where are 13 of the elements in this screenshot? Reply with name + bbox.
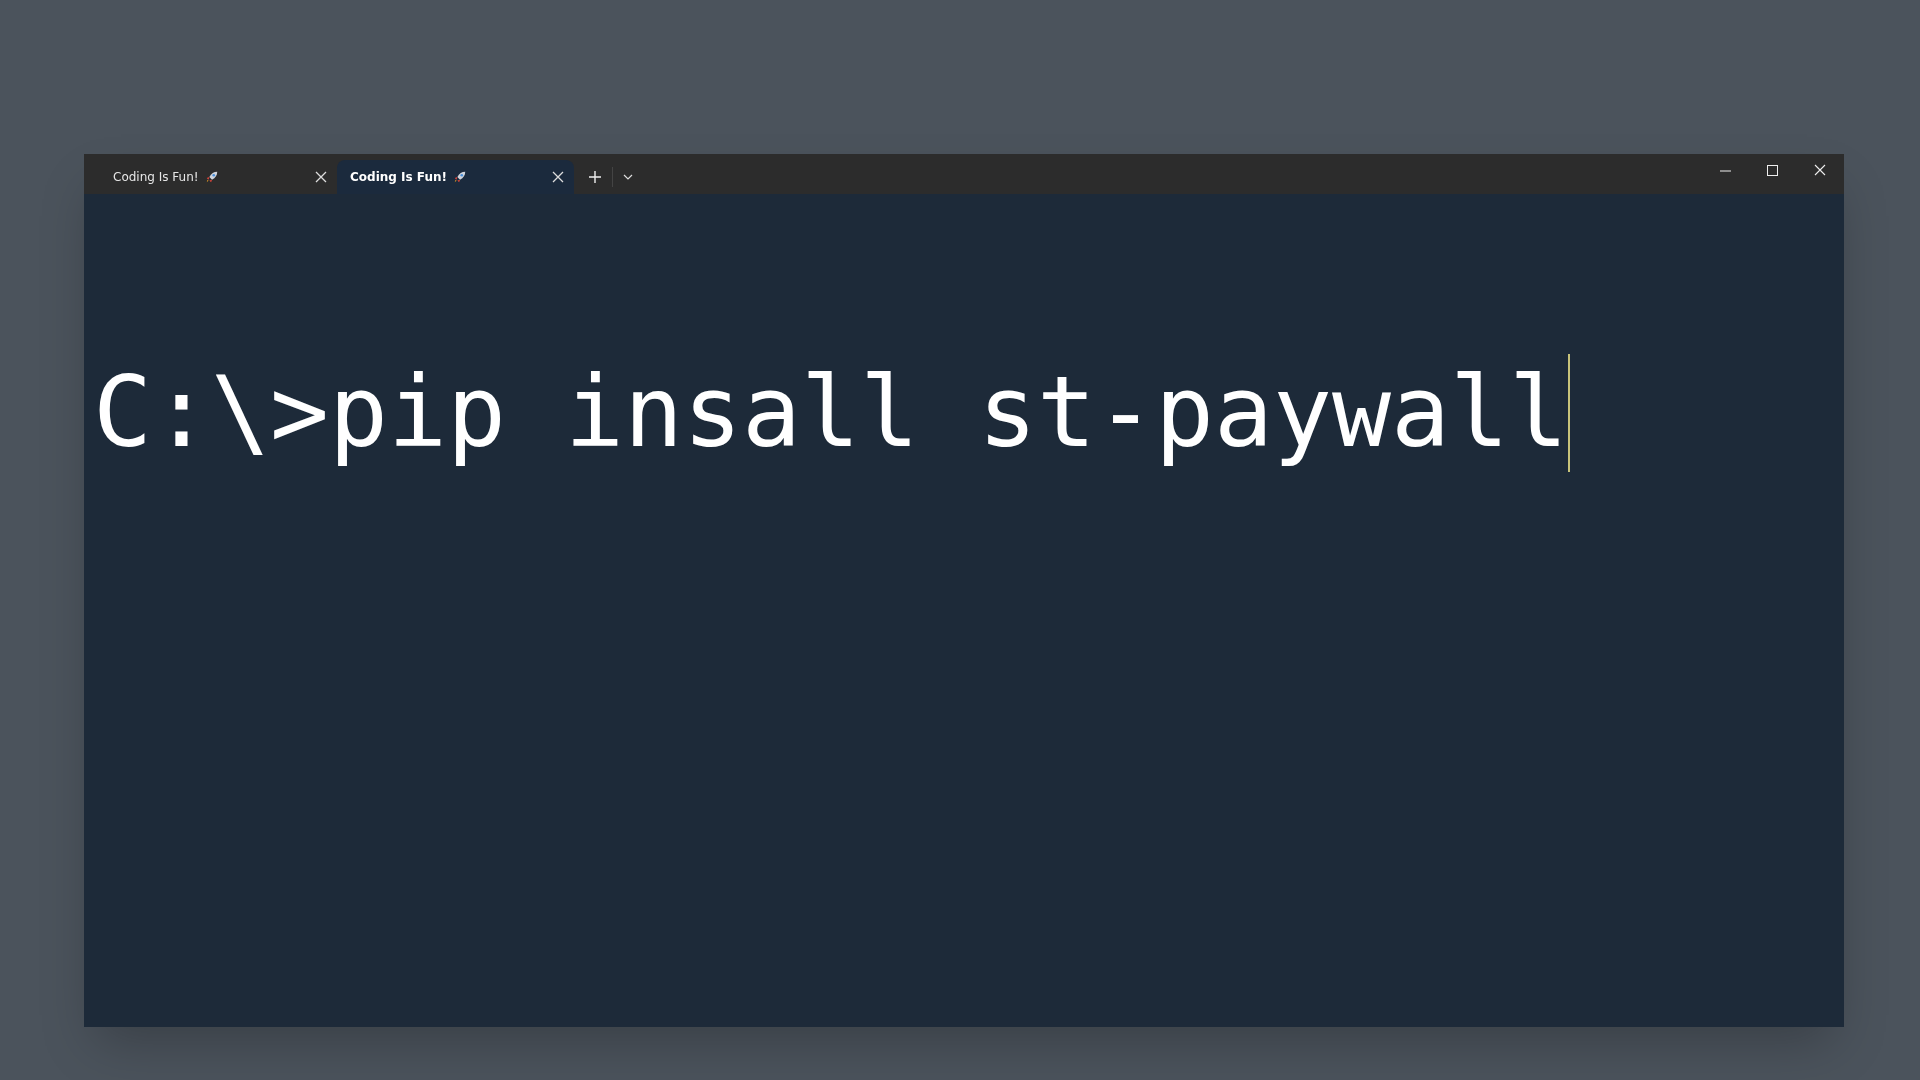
rocket-icon [453, 170, 467, 184]
close-icon[interactable] [552, 171, 564, 183]
close-icon[interactable] [315, 171, 327, 183]
tab[interactable]: Coding Is Fun! [337, 160, 574, 194]
maximize-icon[interactable] [1767, 164, 1778, 176]
chevron-down-icon[interactable] [623, 174, 633, 180]
command-line: C:\>pip insall st-paywall [93, 354, 1569, 472]
close-icon[interactable] [1814, 164, 1826, 176]
plus-icon[interactable] [588, 170, 602, 184]
tab[interactable]: Coding Is Fun! [100, 160, 337, 194]
tab-title: Coding Is Fun! [350, 169, 447, 186]
tab-title: Coding Is Fun! [113, 169, 199, 186]
rocket-icon [204, 170, 219, 184]
